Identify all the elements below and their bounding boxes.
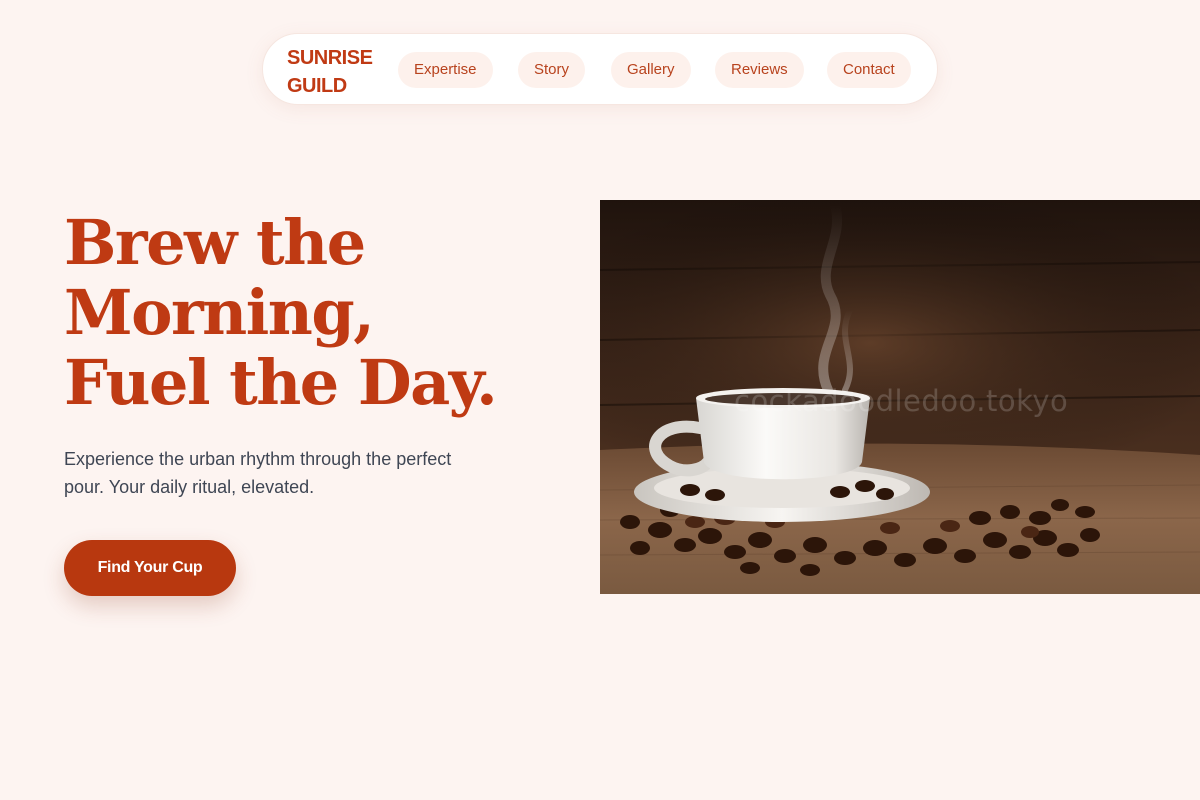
hero-subtext: Experience the urban rhythm through the … bbox=[64, 449, 452, 497]
top-navbar: SUNRISE GUILD Expertise Story Gallery Re… bbox=[262, 33, 938, 105]
nav-link-gallery[interactable]: Gallery bbox=[611, 52, 691, 88]
brand-logo[interactable]: SUNRISE GUILD bbox=[287, 44, 379, 100]
headline-line-1: Brew the bbox=[64, 206, 366, 279]
nav-link-expertise[interactable]: Expertise bbox=[398, 52, 493, 88]
headline-line-2: Morning, bbox=[64, 276, 375, 349]
headline-line-3: Fuel the Day. bbox=[64, 346, 498, 419]
image-watermark: cockadoodledoo.tokyo bbox=[734, 384, 1069, 418]
nav-link-reviews[interactable]: Reviews bbox=[715, 52, 804, 88]
nav-link-story[interactable]: Story bbox=[518, 52, 586, 88]
nav-link-contact[interactable]: Contact bbox=[827, 52, 911, 88]
find-your-cup-button[interactable]: Find Your Cup bbox=[64, 540, 236, 596]
hero-coffee-image: cockadoodledoo.tokyo bbox=[600, 200, 1200, 594]
hero-headline: Brew the Morning, Fuel the Day. bbox=[64, 208, 584, 418]
